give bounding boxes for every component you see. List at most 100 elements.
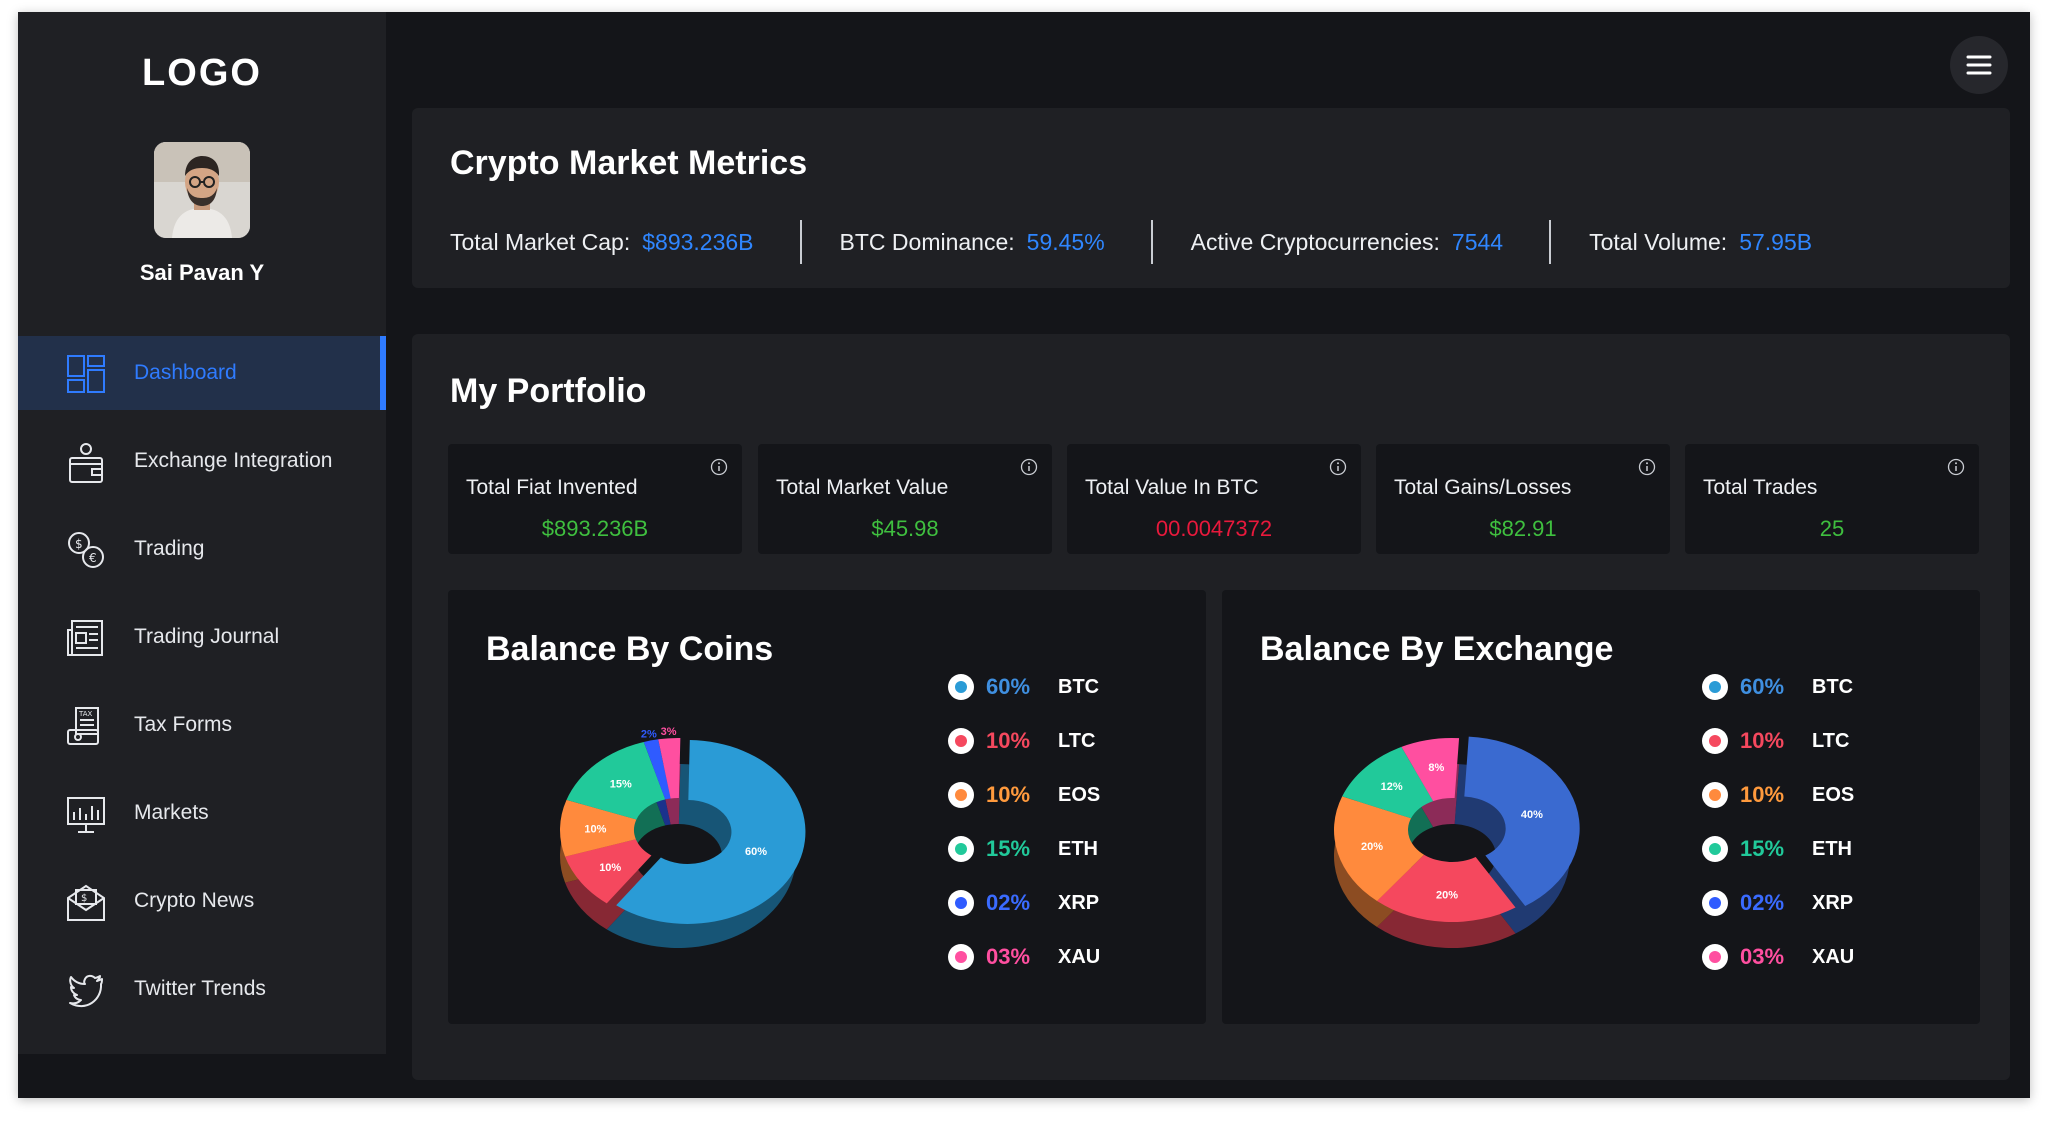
stat-value: $893.236B (541, 516, 649, 541)
pie-slice-label: 8% (1428, 762, 1444, 774)
sidebar-item-exchange-integration[interactable]: Exchange Integration (18, 424, 386, 498)
pie-slice-label: 10% (599, 862, 621, 874)
legend-coin: ETH (1812, 837, 1852, 860)
legend-percent: 02% (1740, 890, 1785, 915)
metric-active-cryptocurrencies: Active Cryptocurrencies: 7544 (1191, 229, 1503, 256)
legend-item-eth: 15% ETH (948, 834, 1098, 864)
metrics-row: Total Market Cap: $893.236B BTC Dominanc… (450, 220, 1812, 264)
sidebar-item-dashboard[interactable]: Dashboard (18, 336, 386, 410)
sidebar-nav: Dashboard Exchange Integration $ € Tradi… (18, 336, 386, 1040)
legend-percent: 02% (986, 890, 1031, 915)
legend-item-eth: 15% ETH (1702, 834, 1852, 864)
pie-slice-label: 20% (1361, 841, 1383, 853)
market-metrics-card: Crypto Market Metrics Total Market Cap: … (412, 108, 2010, 288)
avatar[interactable] (154, 142, 250, 238)
metric-divider (1549, 220, 1552, 264)
legend-item-eos: 10% EOS (948, 780, 1100, 810)
stat-total-market-value: Total Market Value $45.98 (758, 444, 1052, 554)
sidebar-item-label: Trading (134, 537, 205, 560)
metric-label: Active Cryptocurrencies: (1190, 228, 1440, 255)
chart-title: Balance By Coins (486, 630, 774, 668)
stat-value: $82.91 (1489, 516, 1557, 541)
pie-slice-label: 2% (641, 728, 657, 740)
metric-divider (799, 220, 802, 264)
info-icon[interactable] (1329, 458, 1347, 476)
balance-by-exchange-card: Balance By Exchange 40% 20% 20% 12% 8% 60% BT… (1222, 590, 1980, 1024)
pie-slice-label: 20% (1436, 889, 1458, 901)
stat-value: 25 (1819, 516, 1845, 541)
svg-text:TAX: TAX (78, 710, 93, 718)
legend-coin: LTC (1812, 729, 1850, 752)
mail-news-icon: $ (67, 884, 105, 921)
balance-by-coins-legend: 60% BTC 10% LTC 10% EOS 15% ETH 02% XRP 03% XAU (948, 672, 1188, 1002)
legend-item-xau: 03% XAU (1702, 942, 1854, 972)
legend-item-btc: 60% BTC (1702, 672, 1853, 702)
legend-item-eos: 10% EOS (1702, 780, 1854, 810)
metric-label: BTC Dominance: (839, 228, 1015, 255)
legend-percent: 10% (986, 782, 1031, 807)
legend-percent: 03% (1740, 944, 1785, 969)
sidebar-item-crypto-news[interactable]: $ Crypto News (18, 864, 386, 938)
legend-item-xrp: 02% XRP (1702, 888, 1853, 918)
market-chart-icon (67, 797, 105, 833)
stat-label: Total Market Value (776, 476, 949, 499)
metric-label: Total Volume: (1589, 228, 1728, 255)
info-icon[interactable] (1638, 458, 1656, 476)
legend-percent: 15% (1740, 836, 1785, 861)
legend-dot (1702, 728, 1728, 754)
wallet-icon (69, 443, 103, 483)
pie-slice-label: 3% (661, 726, 677, 738)
metric-value: 57.95B (1739, 228, 1813, 255)
sidebar-item-label: Markets (134, 801, 209, 824)
info-icon[interactable] (710, 458, 728, 476)
legend-dot (948, 674, 974, 700)
legend-percent: 03% (986, 944, 1031, 969)
legend-dot (1702, 890, 1728, 916)
legend-dot (948, 782, 974, 808)
sidebar-item-twitter-trends[interactable]: Twitter Trends (18, 952, 386, 1026)
stat-label: Total Gains/Losses (1394, 476, 1572, 499)
legend-item-btc: 60% BTC (948, 672, 1099, 702)
legend-dot (948, 836, 974, 862)
sidebar-item-trading-journal[interactable]: Trading Journal (18, 600, 386, 674)
metric-total-market-cap: Total Market Cap: $893.236B (450, 229, 754, 256)
stat-total-fiat-invested: Total Fiat Invented $893.236B (448, 444, 742, 554)
metric-total-volume: Total Volume: 57.95B (1589, 229, 1812, 256)
legend-percent: 60% (1740, 674, 1785, 699)
legend-item-xrp: 02% XRP (948, 888, 1099, 918)
legend-percent: 60% (986, 674, 1031, 699)
sidebar-item-trading[interactable]: $ € Trading (18, 512, 386, 586)
legend-coin: LTC (1058, 729, 1096, 752)
stat-total-gains-losses: Total Gains/Losses $82.91 (1376, 444, 1670, 554)
currency-exchange-icon: $ € (68, 532, 104, 568)
legend-coin: BTC (1812, 675, 1854, 698)
sidebar-item-tax-forms[interactable]: TAX Tax Forms (18, 688, 386, 762)
metric-label: Total Market Cap: (450, 228, 631, 255)
svg-text:€: € (89, 551, 97, 565)
stat-value: 00.0047372 (1155, 516, 1273, 541)
balance-by-exchange-legend: 60% BTC 10% LTC 10% EOS 15% ETH 02% XRP 03% XAU (1702, 672, 1962, 1002)
chart-title: Balance By Exchange (1260, 630, 1614, 668)
legend-percent: 10% (1740, 728, 1785, 753)
sidebar-item-markets[interactable]: Markets (18, 776, 386, 850)
info-icon[interactable] (1947, 458, 1965, 476)
sidebar-item-label: Exchange Integration (134, 449, 333, 472)
info-icon[interactable] (1020, 458, 1038, 476)
stat-total-trades: Total Trades 25 (1685, 444, 1979, 554)
legend-coin: XRP (1812, 891, 1854, 914)
metric-divider (1150, 220, 1153, 264)
legend-coin: EOS (1812, 783, 1855, 806)
stat-total-value-in-btc: Total Value In BTC 00.0047372 (1067, 444, 1361, 554)
user-name: Sai Pavan Y (139, 260, 265, 285)
pie-slice-label: 60% (745, 846, 767, 858)
legend-coin: XAU (1812, 945, 1855, 968)
legend-coin: EOS (1058, 783, 1101, 806)
legend-percent: 15% (986, 836, 1031, 861)
stat-label: Total Fiat Invented (466, 476, 638, 499)
app-window: LOGO Sai Pavan Y Dashboard Exchange Inte… (18, 12, 2030, 1098)
menu-button[interactable] (1950, 36, 2008, 94)
legend-dot (1702, 782, 1728, 808)
legend-percent: 10% (986, 728, 1031, 753)
balance-by-exchange-pie: 40% 20% 20% 12% 8% (1334, 736, 1580, 948)
legend-dot (948, 890, 974, 916)
